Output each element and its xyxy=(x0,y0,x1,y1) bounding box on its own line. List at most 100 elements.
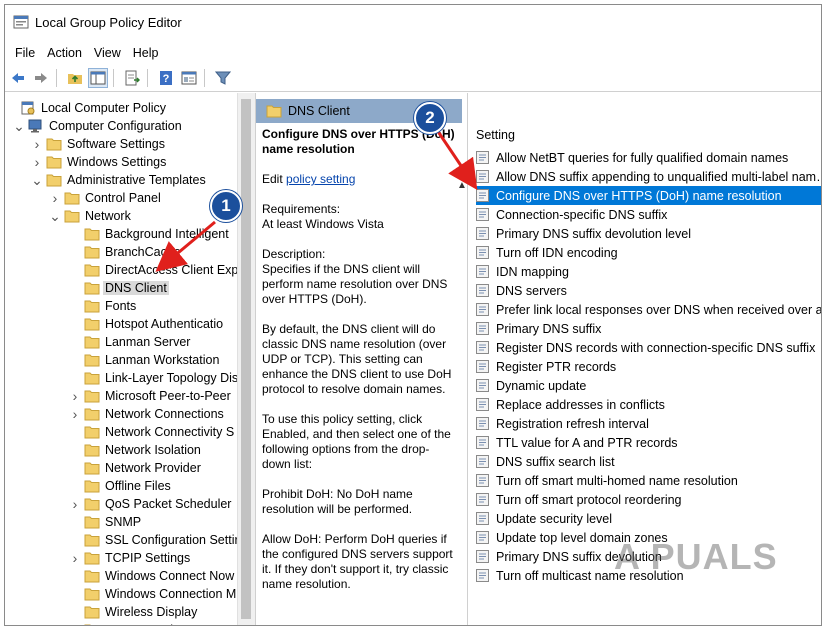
tree-item-label: Computer Configuration xyxy=(49,119,182,133)
setting-row[interactable]: Register DNS records with connection-spe… xyxy=(476,338,821,357)
expand-chevron-down-icon[interactable]: ⌄ xyxy=(13,117,25,135)
expand-chevron-right-icon[interactable]: › xyxy=(69,387,81,405)
requirements-label: Requirements: xyxy=(262,202,341,216)
tree-item[interactable]: WLAN Service xyxy=(69,621,188,625)
menu-help[interactable]: Help xyxy=(127,46,165,60)
setting-row[interactable]: Allow DNS suffix appending to unqualifie… xyxy=(476,167,821,186)
setting-label: Prefer link local responses over DNS whe… xyxy=(496,302,822,317)
setting-row[interactable]: Configure DNS over HTTPS (DoH) name reso… xyxy=(476,186,821,205)
tree-item[interactable]: DirectAccess Client Exp xyxy=(69,261,237,279)
setting-row[interactable]: Dynamic update xyxy=(476,376,821,395)
properties-button[interactable] xyxy=(179,68,199,88)
help-button[interactable]: ? xyxy=(156,68,176,88)
tree-item-label: Lanman Workstation xyxy=(105,353,220,367)
computer-icon xyxy=(28,119,42,133)
folder-icon xyxy=(84,300,100,313)
setting-row[interactable]: Allow NetBT queries for fully qualified … xyxy=(476,148,821,167)
tree-item[interactable]: ⌄ Network xyxy=(49,207,133,225)
tree-item[interactable]: Windows Connect Now xyxy=(69,567,236,585)
policy-setting-icon xyxy=(476,550,489,563)
policy-setting-icon xyxy=(476,398,489,411)
setting-row[interactable]: Register PTR records xyxy=(476,357,821,376)
tree-item[interactable]: › Windows Settings xyxy=(31,153,168,171)
setting-row[interactable]: Replace addresses in conflicts xyxy=(476,395,821,414)
tree-item-label: SSL Configuration Settir xyxy=(105,533,237,547)
setting-label: Replace addresses in conflicts xyxy=(496,397,665,412)
menu-action[interactable]: Action xyxy=(41,46,88,60)
edit-policy-link[interactable]: policy setting xyxy=(286,172,355,186)
expand-chevron-down-icon[interactable]: ⌄ xyxy=(31,171,43,189)
tree-item[interactable]: Local Computer Policy xyxy=(5,99,168,117)
setting-label: Registration refresh interval xyxy=(496,416,649,431)
folder-icon xyxy=(84,390,100,403)
tree-item[interactable]: Offline Files xyxy=(69,477,173,495)
description: Description: Specifies if the DNS client … xyxy=(262,247,458,307)
setting-row[interactable]: TTL value for A and PTR records xyxy=(476,433,821,452)
show-hide-tree-button[interactable] xyxy=(88,68,108,88)
tree-item[interactable]: Fonts xyxy=(69,297,138,315)
expand-chevron-right-icon[interactable]: › xyxy=(69,405,81,423)
forward-button[interactable] xyxy=(31,68,51,88)
tree-item[interactable]: › Network Connections xyxy=(69,405,226,423)
setting-row[interactable]: Registration refresh interval xyxy=(476,414,821,433)
menu-view[interactable]: View xyxy=(88,46,127,60)
tree-item[interactable]: SNMP xyxy=(69,513,143,531)
tree-item[interactable]: ⌄ Administrative Templates xyxy=(31,171,208,189)
tree-item[interactable]: BranchCache xyxy=(69,243,183,261)
tree-item[interactable]: Hotspot Authenticatio xyxy=(69,315,225,333)
filter-button[interactable] xyxy=(213,68,233,88)
expand-chevron-right-icon[interactable]: › xyxy=(31,135,43,153)
tree-item[interactable]: Lanman Server xyxy=(69,333,192,351)
tree-item[interactable]: Lanman Workstation xyxy=(69,351,221,369)
setting-row[interactable]: Turn off IDN encoding xyxy=(476,243,821,262)
tree-item[interactable]: Wireless Display xyxy=(69,603,199,621)
setting-row[interactable]: Prefer link local responses over DNS whe… xyxy=(476,300,822,319)
setting-row[interactable]: Connection-specific DNS suffix xyxy=(476,205,821,224)
menu-file[interactable]: File xyxy=(9,46,41,60)
description-text-3: To use this policy setting, click Enable… xyxy=(262,412,451,471)
title-bar: Local Group Policy Editor xyxy=(5,5,821,39)
tree-scrollbar[interactable] xyxy=(237,93,255,625)
setting-row[interactable]: DNS servers xyxy=(476,281,821,300)
tree-item[interactable]: › Software Settings xyxy=(31,135,167,153)
filter-icon xyxy=(215,71,231,85)
tree-scrollbar-thumb[interactable] xyxy=(241,99,251,619)
tree-item-label: Background Intelligent xyxy=(105,227,229,241)
folder-icon xyxy=(84,606,100,619)
setting-row[interactable]: Update security level xyxy=(476,509,821,528)
expand-chevron-right-icon[interactable]: › xyxy=(69,549,81,567)
setting-label: Primary DNS suffix xyxy=(496,321,602,336)
tree-item[interactable]: DNS Client xyxy=(69,279,169,297)
tree-item[interactable]: Network Isolation xyxy=(69,441,203,459)
folder-icon xyxy=(84,318,100,331)
description-scrollbar[interactable]: ▲ xyxy=(454,125,468,625)
tree-item[interactable]: Background Intelligent xyxy=(69,225,231,243)
scroll-up-icon[interactable]: ▲ xyxy=(457,180,467,191)
tree-item[interactable]: Network Connectivity S xyxy=(69,423,236,441)
gpedit-app-icon xyxy=(13,15,29,29)
tree-item[interactable]: › TCPIP Settings xyxy=(69,549,192,567)
tree-item[interactable]: › Microsoft Peer-to-Peer xyxy=(69,387,233,405)
setting-row[interactable]: Primary DNS suffix devolution level xyxy=(476,224,821,243)
expand-chevron-right-icon[interactable]: › xyxy=(31,153,43,171)
up-level-button[interactable] xyxy=(65,68,85,88)
tree-item[interactable]: SSL Configuration Settir xyxy=(69,531,237,549)
expand-chevron-right-icon[interactable]: › xyxy=(69,495,81,513)
tree-item[interactable]: › Control Panel xyxy=(49,189,163,207)
expand-chevron-right-icon[interactable]: › xyxy=(49,189,61,207)
tree-item[interactable]: ⌄ Computer Configuration xyxy=(13,117,184,135)
tree-item[interactable]: Link-Layer Topology Dis xyxy=(69,369,237,387)
back-button[interactable] xyxy=(8,68,28,88)
tree-item[interactable]: › QoS Packet Scheduler xyxy=(69,495,233,513)
setting-column-header[interactable]: Setting xyxy=(476,128,515,142)
expand-chevron-down-icon[interactable]: ⌄ xyxy=(49,207,61,225)
setting-row[interactable]: IDN mapping xyxy=(476,262,821,281)
tree-item[interactable]: Windows Connection M xyxy=(69,585,237,603)
setting-row[interactable]: DNS suffix search list xyxy=(476,452,821,471)
export-list-button[interactable] xyxy=(122,68,142,88)
setting-row[interactable]: Turn off smart multi-homed name resoluti… xyxy=(476,471,821,490)
setting-row[interactable]: Turn off smart protocol reordering xyxy=(476,490,821,509)
tree-item[interactable]: Network Provider xyxy=(69,459,203,477)
setting-row[interactable]: Primary DNS suffix xyxy=(476,319,821,338)
